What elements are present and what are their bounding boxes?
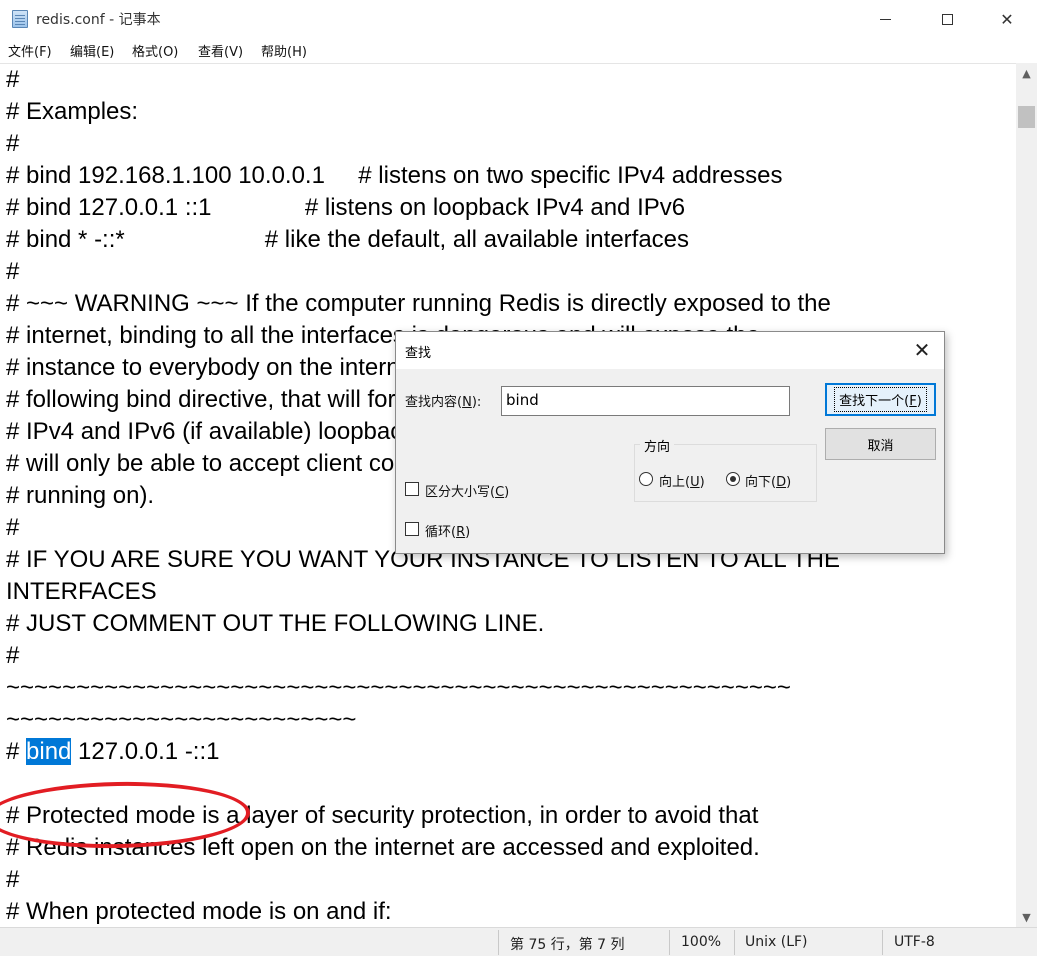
window-title: redis.conf - 记事本 bbox=[36, 12, 161, 28]
text-line: # bbox=[6, 130, 20, 157]
menu-edit[interactable]: 编辑(E) bbox=[70, 41, 114, 60]
maximize-button[interactable] bbox=[924, 0, 970, 38]
find-what-input[interactable]: bind bbox=[501, 386, 790, 416]
close-button[interactable]: ✕ bbox=[984, 0, 1030, 38]
match-case-label[interactable]: 区分大小写(C) bbox=[425, 481, 509, 500]
close-icon: ✕ bbox=[1000, 9, 1014, 29]
text-line: # Examples: bbox=[6, 98, 139, 125]
vertical-scrollbar[interactable]: ▲ ▼ bbox=[1016, 63, 1037, 927]
text-line: # ~~~ WARNING ~~~ If the computer runnin… bbox=[6, 290, 831, 317]
wrap-around-label[interactable]: 循环(R) bbox=[425, 521, 470, 540]
text-line: # bind * -::* # like the default, all av… bbox=[6, 226, 690, 253]
text-line: # bind 127.0.0.1 ::1 # listens on loopba… bbox=[6, 194, 686, 221]
bind-suffix: 127.0.0.1 -::1 bbox=[71, 738, 220, 765]
scroll-down-icon[interactable]: ▼ bbox=[1016, 907, 1037, 927]
text-line: # bbox=[6, 258, 20, 285]
encoding: UTF-8 bbox=[894, 934, 935, 950]
text-line: # JUST COMMENT OUT THE FOLLOWING LINE. bbox=[6, 610, 545, 637]
match-case-checkbox[interactable] bbox=[405, 482, 419, 496]
search-match-highlight: bind bbox=[26, 738, 72, 765]
find-dialog-close-icon[interactable]: ✕ bbox=[910, 338, 934, 362]
status-divider bbox=[882, 930, 883, 955]
scroll-thumb[interactable] bbox=[1018, 106, 1035, 128]
minimize-button[interactable] bbox=[862, 0, 908, 38]
find-next-label: 查找下一个(F) bbox=[834, 387, 927, 412]
status-bar: 第 75 行，第 7 列 100% Unix (LF) UTF-8 bbox=[0, 927, 1037, 956]
direction-up-radio[interactable] bbox=[639, 472, 653, 486]
text-line: # running on). bbox=[6, 482, 155, 509]
notepad-icon bbox=[12, 10, 28, 28]
text-line: # bbox=[6, 866, 20, 893]
direction-up-label[interactable]: 向上(U) bbox=[659, 471, 705, 490]
text-line: # bbox=[6, 514, 20, 541]
text-line: # When protected mode is on and if: bbox=[6, 898, 392, 925]
direction-down-label[interactable]: 向下(D) bbox=[745, 471, 791, 490]
title-bar: redis.conf - 记事本 ✕ bbox=[0, 0, 1037, 38]
find-dialog-titlebar[interactable]: 查找 ✕ bbox=[396, 332, 944, 369]
scroll-up-icon[interactable]: ▲ bbox=[1016, 63, 1037, 83]
status-divider bbox=[669, 930, 670, 955]
find-dialog: 查找 ✕ 查找内容(N): bind 查找下一个(F) 取消 方向 向上(U) … bbox=[395, 331, 945, 554]
wrap-around-checkbox[interactable] bbox=[405, 522, 419, 536]
text-line: ~~~~~~~~~~~~~~~~~~~~~~~~~~~~~~~~~~~~~~~~… bbox=[6, 674, 791, 701]
menu-help[interactable]: 帮助(H) bbox=[261, 41, 307, 60]
menu-view[interactable]: 查看(V) bbox=[198, 41, 243, 60]
minimize-icon bbox=[879, 18, 891, 20]
direction-group-title: 方向 bbox=[640, 436, 675, 455]
text-line: # bbox=[6, 66, 20, 93]
text-line: ~~~~~~~~~~~~~~~~~~~~~~~~~ bbox=[6, 706, 357, 733]
find-dialog-title: 查找 bbox=[405, 346, 432, 361]
text-line: # bbox=[6, 642, 20, 669]
text-line: # bind 192.168.1.100 10.0.0.1 # listens … bbox=[6, 162, 783, 189]
find-what-label: 查找内容(N): bbox=[405, 395, 482, 410]
bind-line: # bind 127.0.0.1 -::1 bbox=[6, 736, 220, 768]
menu-bar: 文件(F) 编辑(E) 格式(O) 查看(V) 帮助(H) bbox=[0, 38, 1037, 63]
text-line: INTERFACES bbox=[6, 578, 157, 605]
menu-file[interactable]: 文件(F) bbox=[8, 41, 52, 60]
bind-prefix: # bbox=[6, 738, 27, 765]
find-next-button[interactable]: 查找下一个(F) bbox=[825, 383, 936, 416]
cursor-position: 第 75 行，第 7 列 bbox=[510, 937, 625, 953]
menu-format[interactable]: 格式(O) bbox=[132, 41, 178, 60]
line-ending: Unix (LF) bbox=[745, 934, 808, 950]
direction-down-radio[interactable] bbox=[726, 472, 740, 486]
status-divider bbox=[498, 930, 499, 955]
zoom-level: 100% bbox=[681, 934, 722, 950]
cancel-button[interactable]: 取消 bbox=[825, 428, 936, 460]
status-divider bbox=[734, 930, 735, 955]
maximize-icon bbox=[941, 13, 953, 25]
